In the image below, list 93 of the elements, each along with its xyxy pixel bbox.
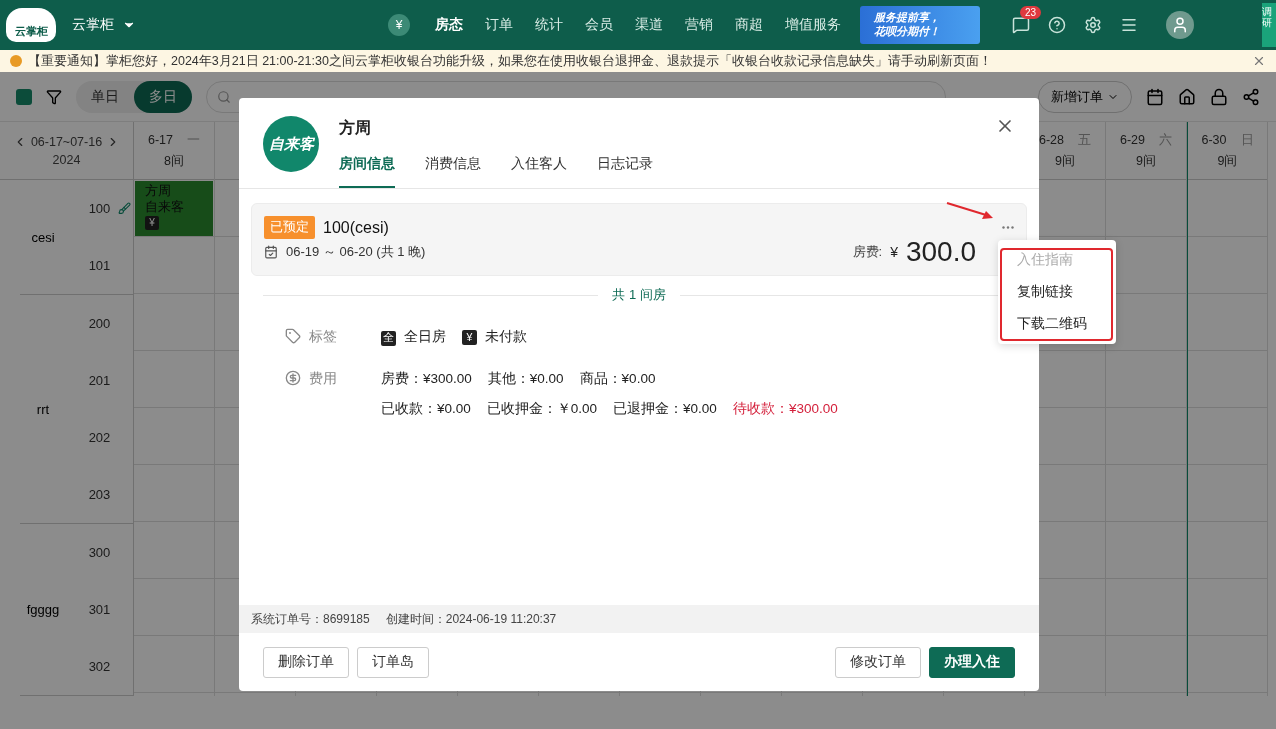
menu-icon[interactable] xyxy=(1120,16,1138,34)
message-icon[interactable] xyxy=(1012,16,1030,34)
mode-tab[interactable]: 单日 xyxy=(76,80,134,113)
status-tag: 已预定 xyxy=(264,216,315,239)
cost-item: 已退押金：¥0.00 xyxy=(613,400,717,418)
logo[interactable]: 云掌柜 xyxy=(6,8,56,42)
calendar-check-icon xyxy=(264,245,278,259)
day-date: 6-30 xyxy=(1201,133,1227,147)
guest-avatar: 自来客 xyxy=(263,116,319,172)
order-action-button[interactable]: 订单岛 xyxy=(357,646,429,678)
tag-icon xyxy=(285,328,301,344)
room-count: 9间 xyxy=(1055,152,1075,170)
yuan-icon[interactable]: ¥ xyxy=(388,14,410,36)
filter-icon[interactable] xyxy=(46,88,62,105)
check-in-button[interactable]: 办理入住 xyxy=(929,646,1015,678)
weekday: 五 xyxy=(1078,131,1091,149)
share-icon[interactable] xyxy=(1242,87,1260,106)
store-name[interactable]: 云掌柜 xyxy=(72,16,114,34)
room-number: 100 xyxy=(88,201,111,216)
booking-block[interactable]: 方周 自来客 ¥ xyxy=(135,181,213,236)
room-number: 101 xyxy=(88,258,111,273)
day-date: 6-28 xyxy=(1039,133,1064,147)
search-icon xyxy=(217,89,231,104)
costs-label: 费用 xyxy=(309,370,337,388)
dialog-tab[interactable]: 日志记录 xyxy=(597,155,653,188)
close-icon[interactable] xyxy=(1252,54,1266,68)
stay-dates: 06-19 ～ 06-20 (共 1 晚) xyxy=(286,243,426,261)
room-number: 302 xyxy=(88,659,111,674)
annotation-arrow xyxy=(946,201,994,221)
year-label: 2024 xyxy=(52,152,81,167)
room-number: 201 xyxy=(88,373,111,388)
room-number: 300 xyxy=(88,545,111,560)
day-date: 6-29 xyxy=(1120,133,1145,147)
edit-order-button[interactable]: 修改订单 xyxy=(835,646,921,678)
room-total: 共 1 间房 xyxy=(612,286,666,304)
cost-item: 已收押金：￥0.00 xyxy=(486,400,598,418)
room-number: 301 xyxy=(88,602,111,617)
dialog-tab[interactable]: 消费信息 xyxy=(425,155,481,188)
new-order-button[interactable]: 新增订单 xyxy=(1038,80,1132,113)
nav-link[interactable]: 商超 xyxy=(724,16,774,34)
cost-item: 其他：¥0.00 xyxy=(487,370,564,388)
room-group-name: fgggg xyxy=(25,601,61,619)
cost-item: 商品：¥0.00 xyxy=(579,370,656,388)
room-name: 100(cesi) xyxy=(323,218,389,237)
layers-icon[interactable] xyxy=(16,88,32,105)
order-action-button[interactable]: 删除订单 xyxy=(263,646,349,678)
warning-icon xyxy=(10,55,22,67)
yuan-circle-icon xyxy=(285,370,301,386)
ellipsis-icon xyxy=(1002,226,1014,229)
count-badge: 23 xyxy=(1020,6,1042,19)
room-count: 8间 xyxy=(164,152,184,170)
dialog-tab[interactable]: 入住客人 xyxy=(511,155,567,188)
room-fee: 300.0 xyxy=(905,241,976,263)
cost-item: 已收款：¥0.00 xyxy=(381,400,471,418)
calendar-icon[interactable] xyxy=(1146,87,1164,106)
mode-tab[interactable]: 多日 xyxy=(134,80,192,113)
guest-name: 方周 xyxy=(339,118,372,138)
room-number: 203 xyxy=(88,487,111,502)
tags-label: 标签 xyxy=(309,328,337,346)
avatar[interactable] xyxy=(1166,11,1194,39)
room-count: 9间 xyxy=(1136,152,1156,170)
nav-link[interactable]: 订单 xyxy=(474,16,524,34)
nav-link[interactable]: 统计 xyxy=(524,16,574,34)
home-icon[interactable] xyxy=(1178,87,1196,106)
nav-link[interactable]: 增值服务 xyxy=(774,16,852,34)
tag-label: ¥ 未付款 xyxy=(462,328,527,346)
notice-text: 【重要通知】掌柜您好，2024年3月21日 21:00-21:30之间云掌柜收银台功能升级，如果您在使用收银台退押金、退款提示「收银台收款记录信息缺失」请手动刷新页面！ xyxy=(28,52,993,70)
nav-link[interactable]: 渠道 xyxy=(624,16,674,34)
room-count: 9间 xyxy=(1217,152,1238,170)
lock-icon[interactable] xyxy=(1210,87,1228,106)
room-number: 200 xyxy=(88,316,111,331)
created-time: 创建时间：2024-06-19 11:20:37 xyxy=(385,610,557,628)
room-group-name: cesi xyxy=(30,228,56,247)
menu-item[interactable]: 下载二维码 xyxy=(998,308,1116,340)
day-date: 6-17 xyxy=(148,133,173,147)
order-number: 系统订单号：8699185 xyxy=(251,610,370,628)
promo-banner[interactable]: 服务提前享， 花呗分期付！ xyxy=(860,6,980,44)
cost-item: 房费：¥300.00 xyxy=(381,370,472,388)
more-button[interactable] xyxy=(1002,226,1014,229)
cost-item: 待收款：¥300.00 xyxy=(732,400,838,418)
settings-icon[interactable] xyxy=(1084,16,1102,34)
nav-link[interactable]: 房态 xyxy=(424,16,474,34)
room-number: 202 xyxy=(88,430,111,445)
dialog-tab[interactable]: 房间信息 xyxy=(339,155,395,188)
room-group-name: rrt xyxy=(35,400,51,419)
date-range: 06-17~07-16 xyxy=(30,134,103,149)
tag-label: 全 全日房 xyxy=(381,328,446,346)
menu-item[interactable]: 复制链接 xyxy=(998,276,1116,308)
nav-link[interactable]: 会员 xyxy=(574,16,624,34)
currency-sign: ¥ xyxy=(890,244,898,260)
nav-link[interactable]: 营销 xyxy=(674,16,724,34)
fee-label: 房费: xyxy=(852,243,883,261)
help-icon[interactable] xyxy=(1048,16,1066,34)
